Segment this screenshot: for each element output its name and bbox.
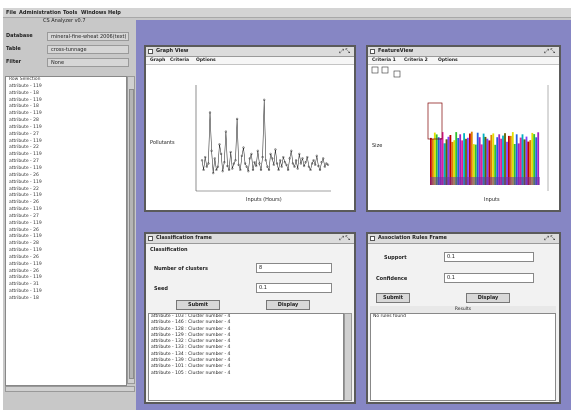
feature-xlabel: Inputs [484,197,500,203]
list-item[interactable]: attribute - 27 [6,132,126,139]
association-results[interactable]: No rules found [370,313,556,401]
graph-view-title: Graph View [156,48,189,54]
attribute-list-scrollbar[interactable] [127,76,135,384]
classification-scrollbar[interactable] [344,313,352,401]
table-label: Table [6,46,21,52]
application-window: File Administration Tools Windows Help C… [3,8,571,410]
window-controls[interactable]: ⤢⤡ [544,48,556,55]
association-display-button[interactable]: Display [466,293,510,303]
classification-submit-button[interactable]: Submit [176,300,220,310]
window-controls[interactable]: ⤢⤡ [339,48,351,55]
seed-input[interactable]: 0.1 [256,283,332,293]
menu-bar: File Administration Tools Windows Help [3,8,571,18]
confidence-label: Confidence [376,276,408,282]
result-line: attribute - 105 : Cluster number - 4 [151,370,231,376]
list-item[interactable]: attribute - 26 [6,255,126,262]
database-label: Database [6,33,33,39]
graph-view-titlebar[interactable]: Graph View ⤢⤡ [146,47,354,57]
list-item[interactable]: attribute - 119 [6,248,126,255]
classification-window: Classification frame ⤢⤡ Classification N… [144,232,356,404]
list-item[interactable]: attribute - 119 [6,125,126,132]
classification-titlebar[interactable]: Classification frame ⤢⤡ [146,234,354,244]
scrollbar-thumb[interactable] [129,89,134,379]
list-item[interactable]: attribute - 18 [6,91,126,98]
list-item[interactable]: Row Selection [6,77,126,84]
feature-menu-options[interactable]: Options [438,57,458,64]
feature-view-menu: Criteria 1 Criteria 2 Options [368,57,559,65]
menu-help[interactable]: Help [108,10,121,16]
list-item[interactable]: attribute - 119 [6,166,126,173]
association-result-text: No rules found [373,314,406,319]
feature-menu-criteria-2[interactable]: Criteria 2 [404,57,428,64]
graph-view-menu: Graph Criteria Options [146,57,354,65]
window-icon [370,49,375,54]
list-item[interactable]: attribute - 119 [6,207,126,214]
list-item[interactable]: attribute - 119 [6,180,126,187]
list-item[interactable]: attribute - 119 [6,262,126,269]
classification-subtitle: Classification [150,247,188,253]
association-title: Association Rules Frame [378,235,447,241]
graph-menu-options[interactable]: Options [196,57,216,64]
feature-view-titlebar[interactable]: FeatureView ⤢⤡ [368,47,559,57]
feature-menu-criteria-1[interactable]: Criteria 1 [372,57,396,64]
clusters-label: Number of clusters [154,266,208,272]
window-icon [370,236,375,241]
list-item[interactable]: attribute - 119 [6,84,126,91]
graph-view-window: Graph View ⤢⤡ Graph Criteria Options Pol… [144,45,356,212]
menu-tools[interactable]: Tools [63,10,77,16]
attribute-list-hscrollbar[interactable] [5,386,135,392]
list-item[interactable]: attribute - 119 [6,221,126,228]
list-item[interactable]: attribute - 26 [6,200,126,207]
menu-windows[interactable]: Windows [81,10,106,16]
support-input[interactable]: 0.1 [444,252,534,262]
graph-menu-criteria[interactable]: Criteria [170,57,189,64]
association-submit-button[interactable]: Submit [376,293,410,303]
table-field[interactable]: cross-tunnage [47,45,129,54]
graph-menu-graph[interactable]: Graph [150,57,165,64]
list-item[interactable]: attribute - 27 [6,214,126,221]
support-label: Support [384,255,407,261]
attribute-list[interactable]: Row Selection attribute - 119 attribute - … [5,76,127,386]
seed-label: Seed [154,286,168,292]
feature-view-window: FeatureView ⤢⤡ Criteria 1 Criteria 2 Opt… [366,45,561,212]
database-field[interactable]: mineral-fine-wheat 2006(text) [47,32,129,41]
filter-field[interactable]: None [47,58,129,67]
window-controls[interactable]: ⤢⤡ [544,235,556,242]
menu-file[interactable]: File [6,10,16,16]
association-results-header: Results [370,306,556,313]
graph-ylabel: Pollutants [150,140,175,146]
list-item[interactable]: attribute - 28 [6,118,126,125]
list-item[interactable]: attribute - 27 [6,159,126,166]
confidence-input[interactable]: 0.1 [444,273,534,283]
association-window: Association Rules Frame ⤢⤡ Support 0.1 C… [366,232,561,404]
feature-ylabel: Size [372,143,382,149]
window-icon [148,49,153,54]
app-title: CS Analyzer v0.7 [43,18,86,24]
list-item[interactable]: attribute - 119 [6,289,126,296]
menu-administration[interactable]: Administration [19,10,61,16]
clusters-input[interactable]: 8 [256,263,332,273]
classification-title: Classification frame [156,235,212,241]
window-controls[interactable]: ⤢⤡ [339,235,351,242]
association-titlebar[interactable]: Association Rules Frame ⤢⤡ [368,234,559,244]
desktop-area: Graph View ⤢⤡ Graph Criteria Options Pol… [136,20,571,410]
feature-view-chart: Size Inputs [368,65,559,210]
window-icon [148,236,153,241]
list-item[interactable]: attribute - 26 [6,173,126,180]
graph-view-chart: Pollutants Inputs (Hours) [146,65,354,210]
feature-base-band [430,177,540,185]
feature-view-title: FeatureView [378,48,414,54]
list-item[interactable]: attribute - 18 [6,296,126,303]
classification-display-button[interactable]: Display [266,300,310,310]
graph-xlabel: Inputs (Hours) [246,197,282,203]
filter-label: Filter [6,59,22,65]
classification-results[interactable]: attribute - 103 : Cluster number - 4 attr… [148,313,344,401]
